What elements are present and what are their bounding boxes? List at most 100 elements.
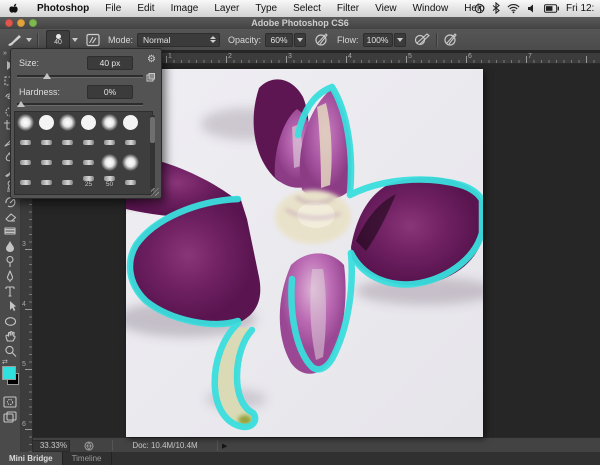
brush-preset-soft[interactable] <box>99 152 120 172</box>
clock-icon[interactable] <box>474 3 485 14</box>
type-tool[interactable] <box>0 283 20 298</box>
airbrush-button[interactable] <box>414 29 431 50</box>
swap-colors-icon[interactable]: ⇄ <box>2 358 8 366</box>
ellipse-shape-tool[interactable] <box>0 313 20 328</box>
menu-photoshop[interactable]: Photoshop <box>29 1 97 17</box>
adobe-drive-icon[interactable] <box>84 441 94 451</box>
brush-preset-sampled[interactable] <box>120 132 141 152</box>
pen-tool[interactable] <box>0 268 20 283</box>
brush-preset-picker[interactable]: 40 <box>44 29 78 50</box>
blur-tool[interactable] <box>0 238 20 253</box>
brush-preset-sampled-25[interactable]: 25 <box>78 172 99 192</box>
brush-preset-size-label: 25 <box>85 182 92 188</box>
flow-field[interactable]: 100% <box>363 33 393 47</box>
size-field[interactable]: 40 px <box>87 56 133 70</box>
brush-preset-soft[interactable] <box>99 112 120 132</box>
menu-layer[interactable]: Layer <box>206 1 247 17</box>
caret-down-icon <box>297 38 303 42</box>
menu-type[interactable]: Type <box>247 1 285 17</box>
hardness-slider-thumb[interactable] <box>17 101 25 107</box>
menu-edit[interactable]: Edit <box>129 1 162 17</box>
brush-preset-sampled[interactable] <box>57 172 78 192</box>
brush-preset-sampled[interactable] <box>78 152 99 172</box>
quick-mask-button[interactable] <box>0 394 20 409</box>
apple-menu-icon[interactable] <box>8 2 19 15</box>
gradient-tool[interactable] <box>0 223 20 238</box>
menu-clock[interactable]: Fri 12: <box>566 3 600 14</box>
brush-preset-sampled[interactable] <box>120 172 141 192</box>
brush-preset-sampled[interactable] <box>15 132 36 152</box>
brush-preset-soft[interactable] <box>15 112 36 132</box>
hand-tool[interactable] <box>0 328 20 343</box>
brush-tip-thumbnail <box>20 180 31 185</box>
foreground-color-swatch[interactable] <box>2 366 16 380</box>
bottom-panel-tabs: Mini BridgeTimeline <box>0 452 600 465</box>
brush-preset-sampled[interactable] <box>15 172 36 192</box>
size-slider-thumb[interactable] <box>43 73 51 79</box>
eraser-tool[interactable] <box>0 208 20 223</box>
doc-size-field[interactable]: Doc: 10.4M/10.4M <box>112 440 218 451</box>
dodge-tool[interactable] <box>0 253 20 268</box>
wifi-icon[interactable] <box>507 3 520 14</box>
brush-preset-sampled[interactable] <box>78 132 99 152</box>
brush-preset-hard[interactable] <box>120 112 141 132</box>
brush-preset-sampled[interactable] <box>99 132 120 152</box>
dodge-icon <box>3 254 18 268</box>
menu-filter[interactable]: Filter <box>329 1 367 17</box>
brush-preset-sampled[interactable] <box>36 172 57 192</box>
gear-icon[interactable]: ⚙ <box>147 55 156 65</box>
path-selection-tool[interactable] <box>0 298 20 313</box>
menu-file[interactable]: File <box>97 1 129 17</box>
zoom-tool[interactable] <box>0 343 20 358</box>
hardness-slider[interactable] <box>17 100 143 108</box>
panel-resize-grip[interactable] <box>151 188 159 196</box>
size-label: Size: <box>19 58 39 68</box>
brush-preset-sampled[interactable] <box>36 152 57 172</box>
brush-preset-sampled[interactable] <box>57 132 78 152</box>
menu-select[interactable]: Select <box>285 1 329 17</box>
blend-mode-select[interactable]: Normal <box>137 33 220 47</box>
brush-preset-soft[interactable] <box>120 152 141 172</box>
menu-image[interactable]: Image <box>163 1 207 17</box>
tablet-opacity-button[interactable] <box>314 29 329 50</box>
menu-window[interactable]: Window <box>405 1 457 17</box>
toggle-brush-panel-button[interactable] <box>86 29 100 50</box>
preset-scrollbar[interactable] <box>150 115 155 189</box>
tab-timeline[interactable]: Timeline <box>63 452 112 465</box>
battery-icon[interactable] <box>544 4 559 13</box>
brush-preset-sampled[interactable] <box>15 152 36 172</box>
tab-mini-bridge[interactable]: Mini Bridge <box>0 452 63 465</box>
brush-tip-dot-icon <box>56 34 61 39</box>
brush-preset-sampled[interactable] <box>57 152 78 172</box>
gradient-icon <box>3 224 18 238</box>
screen-mode-button[interactable] <box>0 409 20 424</box>
opacity-field[interactable]: 60% <box>265 33 293 47</box>
pressure-size-icon <box>443 32 458 47</box>
tool-preset-picker[interactable] <box>6 29 32 50</box>
document-canvas[interactable] <box>126 69 483 437</box>
vruler-label: 3 <box>22 241 26 248</box>
brush-preset-hard[interactable] <box>36 112 57 132</box>
brush-preset-preview: 40 <box>46 30 70 49</box>
hardness-field[interactable]: 0% <box>87 85 133 99</box>
menu-view[interactable]: View <box>367 1 405 17</box>
pressure-opacity-icon <box>314 32 329 47</box>
tablet-size-button[interactable] <box>443 29 458 50</box>
new-brush-icon[interactable] <box>146 73 155 84</box>
color-swatches: ⇄ <box>0 360 20 392</box>
volume-icon[interactable] <box>527 3 537 14</box>
brush-tip-thumbnail <box>101 154 118 171</box>
brush-preset-hard[interactable] <box>78 112 99 132</box>
brush-preset-soft[interactable] <box>57 112 78 132</box>
brush-preset-sampled-50[interactable]: 50 <box>99 172 120 192</box>
select-stepper-icon <box>210 36 216 43</box>
status-menu-arrow-icon[interactable]: ▶ <box>222 442 227 450</box>
flow-caret-button[interactable] <box>394 33 406 47</box>
scrollbar-thumb[interactable] <box>150 117 155 143</box>
mode-label: Mode: <box>108 35 133 45</box>
brush-preset-sampled[interactable] <box>36 132 57 152</box>
opacity-caret-button[interactable] <box>294 33 306 47</box>
brush-tip-thumbnail <box>101 114 118 131</box>
size-slider[interactable] <box>17 72 143 80</box>
bluetooth-icon[interactable] <box>492 2 500 14</box>
